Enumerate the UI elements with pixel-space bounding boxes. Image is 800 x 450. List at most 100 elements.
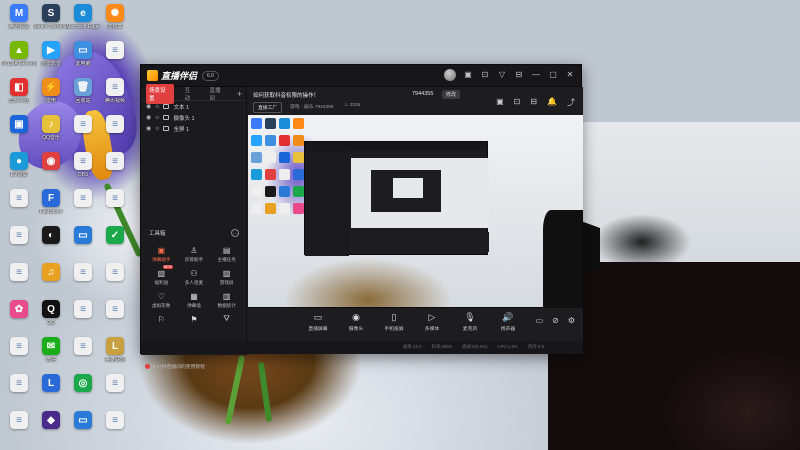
desktop-icon[interactable]: ≡ (99, 152, 131, 192)
desktop-icon[interactable]: ✺ 向日葵 (99, 4, 131, 44)
edit-title-button[interactable]: 修改 (442, 90, 461, 99)
desktop-icon[interactable]: Q QQ (35, 300, 67, 340)
lock-icon[interactable]: ⊡ (514, 97, 521, 108)
gift-icon[interactable]: ▣ (496, 97, 504, 108)
desktop-icon[interactable]: ≡ (99, 263, 131, 303)
desktop-icon[interactable]: F FastStone (35, 189, 67, 229)
source-item[interactable]: ◉ ⊙ 全屏 1 (141, 123, 246, 134)
desktop-icon[interactable]: ▲ NVIDIA GeForce (1, 41, 37, 81)
desktop-icon[interactable]: ≡ (99, 411, 131, 450)
source-item[interactable]: ◉ ⊙ 摄像头 1 (141, 112, 246, 123)
live-preview[interactable] (248, 115, 583, 307)
lock-icon[interactable]: ⊙ (155, 115, 159, 121)
desktop-icon[interactable]: ≡ (99, 189, 131, 229)
tool-item[interactable]: ⚐ (145, 314, 178, 326)
avatar[interactable] (444, 69, 456, 81)
desktop-icon[interactable]: ≡ (3, 226, 35, 266)
desktop-icon[interactable]: ♫ (35, 263, 67, 303)
tool-item[interactable]: ▥ 数据统计 (210, 291, 243, 309)
desktop-icon[interactable]: ≡ OBS (67, 152, 99, 192)
desktop-icon[interactable]: ≡ (67, 189, 99, 229)
microphone-button[interactable]: 🎙 麦克风 (458, 312, 482, 332)
desktop-icon[interactable]: ≡ (99, 115, 131, 155)
desktop-icon[interactable]: ◧ 剪映专业 (3, 78, 35, 118)
desktop-icon[interactable]: ✉ 微信 (35, 337, 67, 377)
desktop-icon[interactable]: M 腾讯会议 (3, 4, 35, 44)
desktop-icon[interactable]: ≡ (3, 263, 35, 303)
screen-capture-button[interactable]: ▭ 直播屏幕 (306, 312, 330, 332)
desktop-icon[interactable]: ▭ 此电脑 (67, 41, 99, 81)
skin-icon[interactable]: ▣ (463, 70, 473, 80)
desktop-icon[interactable]: ▣ (3, 115, 35, 155)
desktop-icon[interactable]: ≡ (3, 189, 35, 229)
desktop-icon[interactable]: ♪ QQ音乐 (35, 115, 67, 155)
lock-icon[interactable]: ⊙ (155, 104, 159, 110)
desktop-icon[interactable]: ◆ (35, 411, 67, 450)
desktop-icon[interactable]: ≡ (67, 300, 99, 340)
tool-item[interactable]: ⛛ (210, 314, 243, 326)
desktop-icon[interactable]: ≡ (3, 374, 35, 414)
category-chip[interactable]: 直播工厂 (253, 102, 283, 113)
lock-icon[interactable]: ⊙ (155, 126, 159, 132)
desktop-icon[interactable]: ⚡ 雷电 (35, 78, 67, 118)
desktop-icon[interactable]: ✓ (99, 226, 131, 266)
tool-item[interactable]: ⚇ 多人连麦 (178, 268, 211, 286)
close-icon[interactable]: ✕ (565, 70, 575, 80)
maximize-icon[interactable]: ▢ (548, 70, 558, 80)
desktop-icon[interactable]: ≡ (67, 337, 99, 377)
phone-cast-button[interactable]: ▯ 手机投屏 (382, 312, 406, 332)
desktop-icon[interactable]: ▶ 迅雷影音 (35, 41, 67, 81)
record-icon[interactable]: ▭ (536, 316, 544, 325)
bell-icon[interactable]: 🔔 (547, 97, 557, 108)
tab-scene-0[interactable]: 场景设置 (146, 83, 174, 104)
speaker-button[interactable]: 🔊 扬声器 (496, 312, 520, 332)
screenshot-icon[interactable]: ⊡ (480, 70, 490, 80)
desktop-icon[interactable]: ≡ (67, 115, 99, 155)
desktop-icon[interactable]: L (35, 374, 67, 414)
share-icon[interactable]: ⤴ (567, 97, 575, 108)
desktop-icon[interactable]: ≡ (67, 263, 99, 303)
tab-scene-2[interactable]: 直播间 (206, 84, 228, 104)
camera-button[interactable]: ◉ 摄像头 (344, 312, 368, 332)
settings-icon[interactable]: ⚙ (568, 316, 575, 325)
tool-item[interactable]: ♡ 虚拟形象 (145, 291, 178, 309)
more-icon[interactable]: … (231, 229, 239, 237)
desktop-icon[interactable]: ≡ (3, 337, 35, 377)
tool-item[interactable]: ⚑ (178, 314, 211, 326)
media-button[interactable]: ▷ 多媒体 (420, 312, 444, 332)
eye-icon[interactable]: ◉ (146, 103, 151, 110)
desktop-icon[interactable]: e Microsoft Edge (66, 4, 100, 44)
tool-item[interactable]: ▣ 弹幕助手 (145, 245, 178, 263)
desktop-icon[interactable]: ◎ (67, 374, 99, 414)
tool-item[interactable]: ▤ 主播任务 (210, 245, 243, 263)
tool-item[interactable]: ▦ 弹幕墙 (178, 291, 211, 309)
viewer-count-value: 2026 (349, 103, 361, 108)
eye-icon[interactable]: ◉ (146, 125, 151, 132)
desktop-icon[interactable]: ≡ (99, 41, 131, 81)
minimize-icon[interactable]: — (531, 70, 541, 80)
desktop-icon[interactable]: ≡ (99, 300, 131, 340)
layout-icon[interactable]: ⊟ (530, 97, 537, 108)
tutorial-link[interactable]: 5 分钟直播间的使用教程 (145, 363, 205, 370)
desktop-icon[interactable]: ≡ 腾讯视频 (99, 78, 131, 118)
desktop-icon[interactable]: S Steam Corebluer (33, 4, 69, 44)
layout-icon[interactable]: ⊟ (514, 70, 524, 80)
desktop-icon[interactable]: ◉ (35, 152, 67, 192)
desktop-icon[interactable]: ◐ (35, 226, 67, 266)
tool-item[interactable]: ▨ 游戏屏 (210, 268, 243, 286)
tool-item[interactable]: ▧ NEW 福利送 (145, 265, 178, 286)
desktop-icon[interactable]: ▭ (67, 411, 99, 450)
desktop-icon[interactable]: ▭ (67, 226, 99, 266)
tab-scene-1[interactable]: 互动 (182, 84, 199, 104)
desktop-icon[interactable]: ≡ (3, 411, 35, 450)
desktop-icon[interactable]: 🗑 回收站 (67, 78, 99, 118)
timer-icon[interactable]: ⊘ (552, 316, 559, 325)
filter-icon[interactable]: ▽ (497, 70, 507, 80)
desktop-icon[interactable]: ● EV录屏 (3, 152, 35, 192)
tool-item[interactable]: ♙ 房管助手 (178, 245, 211, 263)
add-scene-button[interactable]: + (237, 89, 242, 99)
desktop-icon[interactable]: ≡ (99, 374, 131, 414)
desktop-icon[interactable]: ✿ (3, 300, 35, 340)
desktop-icon[interactable]: L 英雄联盟 (99, 337, 131, 377)
eye-icon[interactable]: ◉ (146, 114, 151, 121)
